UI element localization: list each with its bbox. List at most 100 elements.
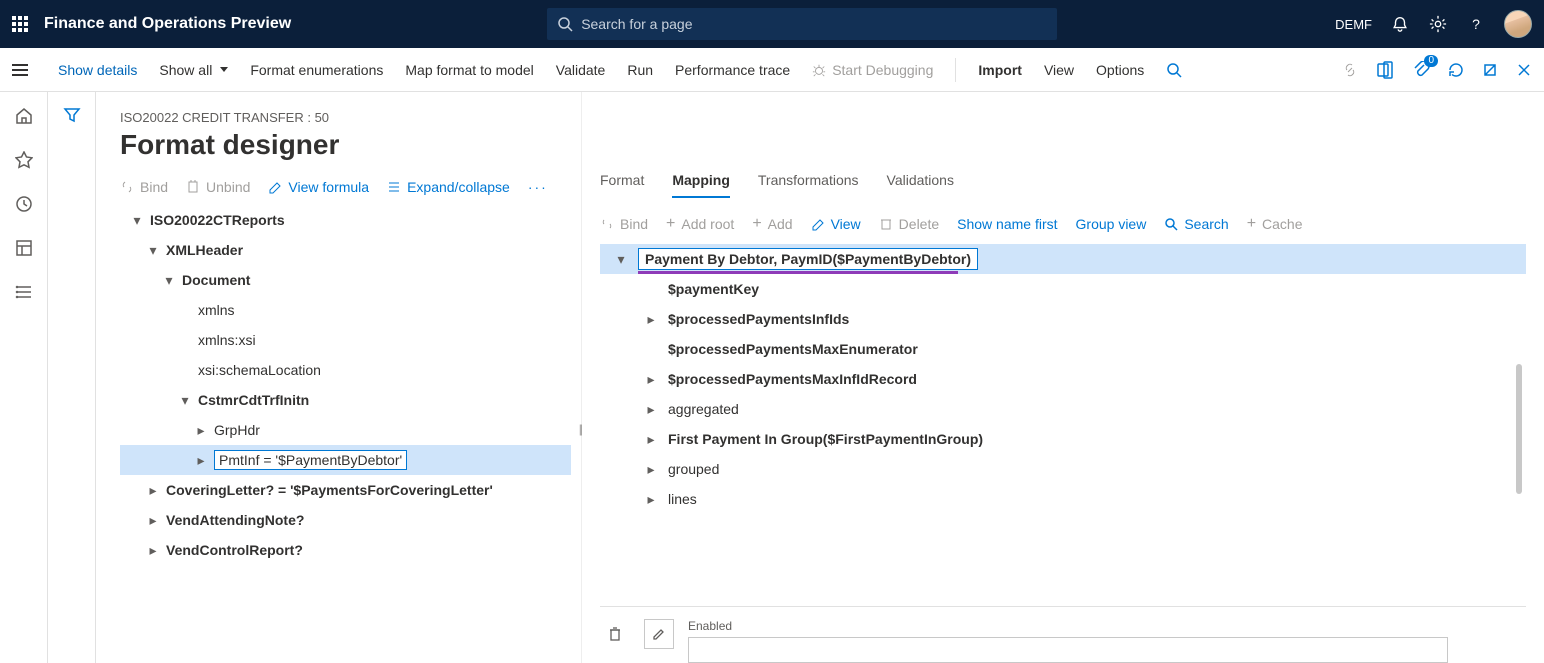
tab-validations[interactable]: Validations (887, 172, 954, 198)
show-name-first-button[interactable]: Show name first (957, 216, 1057, 232)
view-button[interactable]: View (1044, 62, 1074, 78)
action-search-icon[interactable] (1166, 62, 1182, 78)
scrollbar-thumb[interactable] (1516, 364, 1522, 494)
tree-node[interactable]: xmlns:xsi (120, 325, 571, 355)
expand-icon[interactable]: ▸ (194, 453, 208, 467)
detail-tabs: Format Mapping Transformations Validatio… (600, 172, 1526, 198)
user-avatar[interactable] (1504, 10, 1532, 38)
close-icon[interactable] (1516, 62, 1532, 78)
tree-node[interactable]: ▾XMLHeader (120, 235, 571, 265)
performance-trace-button[interactable]: Performance trace (675, 62, 790, 78)
app-title: Finance and Operations Preview (44, 15, 291, 33)
map-view-button[interactable]: View (811, 216, 861, 232)
link-icon (1342, 62, 1358, 78)
delete-formula-button[interactable] (600, 619, 630, 649)
expand-icon[interactable]: ▸ (644, 492, 658, 506)
collapse-icon[interactable]: ▾ (130, 213, 144, 227)
mapping-node[interactable]: ▸First Payment In Group($FirstPaymentInG… (600, 424, 1526, 454)
mapping-node[interactable]: ▸$processedPaymentsInfIds (600, 304, 1526, 334)
mapping-node[interactable]: ▸$processedPaymentsMaxInfIdRecord (600, 364, 1526, 394)
collapse-icon[interactable]: ▾ (614, 252, 628, 266)
tab-format[interactable]: Format (600, 172, 644, 198)
expand-icon[interactable]: ▸ (146, 483, 160, 497)
options-button[interactable]: Options (1096, 62, 1144, 78)
star-icon[interactable] (14, 150, 34, 170)
tree-node[interactable]: xmlns (120, 295, 571, 325)
attachments-icon[interactable]: 0 (1412, 61, 1430, 79)
bind-button: Bind (120, 179, 168, 195)
add-root-menu: +Add root (666, 216, 734, 232)
global-search-input[interactable]: Search for a page (547, 8, 1057, 40)
tab-mapping[interactable]: Mapping (672, 172, 730, 198)
collapse-icon[interactable]: ▾ (162, 273, 176, 287)
office-icon[interactable] (1376, 61, 1394, 79)
recent-icon[interactable] (14, 194, 34, 214)
collapse-icon[interactable]: ▾ (146, 243, 160, 257)
modules-icon[interactable] (14, 282, 34, 302)
popout-icon[interactable] (1482, 62, 1498, 78)
workspace-icon[interactable] (14, 238, 34, 258)
enabled-input[interactable] (688, 637, 1448, 663)
expand-icon[interactable]: ▸ (194, 423, 208, 437)
pane-resize-handle[interactable]: || (579, 422, 581, 436)
more-menu[interactable]: ··· (528, 179, 548, 195)
refresh-icon[interactable] (1448, 62, 1464, 78)
tree-node[interactable]: ▸VendControlReport? (120, 535, 571, 565)
view-formula-button[interactable]: View formula (268, 179, 369, 195)
attachments-badge: 0 (1424, 55, 1438, 67)
mapping-node[interactable]: ▸aggregated (600, 394, 1526, 424)
page-title: Format designer (120, 129, 571, 161)
validate-button[interactable]: Validate (556, 62, 606, 78)
expand-icon[interactable]: ▸ (644, 312, 658, 326)
mapping-node-selected[interactable]: ▾Payment By Debtor, PaymID($PaymentByDeb… (600, 244, 1526, 274)
help-icon[interactable]: ? (1466, 14, 1486, 34)
mapping-node[interactable]: $processedPaymentsMaxEnumerator (600, 334, 1526, 364)
start-debugging-button: Start Debugging (812, 62, 933, 78)
breadcrumb: ISO20022 CREDIT TRANSFER : 50 (120, 110, 571, 125)
tree-node-selected[interactable]: ▸PmtInf = '$PaymentByDebtor' (120, 445, 571, 475)
bug-icon (812, 63, 826, 77)
expand-icon[interactable]: ▸ (644, 402, 658, 416)
expand-icon[interactable]: ▸ (644, 462, 658, 476)
expand-icon[interactable]: ▸ (644, 432, 658, 446)
tree-node[interactable]: ▸VendAttendingNote? (120, 505, 571, 535)
show-all-menu[interactable]: Show all (159, 62, 228, 78)
bell-icon[interactable] (1390, 14, 1410, 34)
home-icon[interactable] (14, 106, 34, 126)
mapping-node[interactable]: ▸grouped (600, 454, 1526, 484)
gear-icon[interactable] (1428, 14, 1448, 34)
app-launcher-icon[interactable] (12, 16, 28, 32)
group-view-button[interactable]: Group view (1076, 216, 1147, 232)
company-code[interactable]: DEMF (1335, 17, 1372, 32)
edit-formula-button[interactable] (644, 619, 674, 649)
expand-icon[interactable]: ▸ (146, 543, 160, 557)
map-format-button[interactable]: Map format to model (405, 62, 533, 78)
formula-panel: Enabled (600, 606, 1526, 663)
format-enumerations-button[interactable]: Format enumerations (250, 62, 383, 78)
tree-node[interactable]: ▸CoveringLetter? = '$PaymentsForCovering… (120, 475, 571, 505)
cache-button: +Cache (1247, 216, 1303, 232)
show-details-button[interactable]: Show details (58, 62, 137, 78)
import-button[interactable]: Import (978, 62, 1022, 78)
mapping-search-button[interactable]: Search (1164, 216, 1228, 232)
mapping-node[interactable]: $paymentKey (600, 274, 1526, 304)
collapse-icon[interactable]: ▾ (178, 393, 192, 407)
hamburger-icon[interactable] (12, 64, 28, 76)
tab-transformations[interactable]: Transformations (758, 172, 859, 198)
tree-node[interactable]: ▾ISO20022CTReports (120, 205, 571, 235)
format-tree: ▾ISO20022CTReports ▾XMLHeader ▾Document … (120, 205, 571, 565)
mapping-node[interactable]: ▸lines (600, 484, 1526, 514)
tree-node[interactable]: ▾CstmrCdtTrfInitn (120, 385, 571, 415)
format-toolbar: Bind Unbind View formula Expand/collapse… (120, 179, 571, 195)
expand-collapse-button[interactable]: Expand/collapse (387, 179, 510, 195)
expand-icon[interactable]: ▸ (644, 372, 658, 386)
tree-node[interactable]: xsi:schemaLocation (120, 355, 571, 385)
expand-icon[interactable]: ▸ (146, 513, 160, 527)
filter-icon[interactable] (63, 106, 81, 663)
tree-node[interactable]: ▾Document (120, 265, 571, 295)
run-button[interactable]: Run (627, 62, 653, 78)
tree-node[interactable]: ▸GrpHdr (120, 415, 571, 445)
mapping-pane: Format Mapping Transformations Validatio… (581, 92, 1544, 663)
search-placeholder: Search for a page (581, 16, 692, 32)
enabled-label: Enabled (688, 619, 1448, 633)
